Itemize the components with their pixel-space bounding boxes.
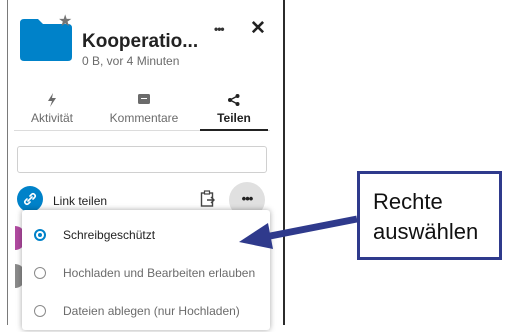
permission-option-read-only[interactable]: Schreibgeschützt — [22, 218, 270, 256]
clipboard-icon[interactable] — [200, 190, 216, 208]
share-search-input[interactable] — [17, 146, 267, 173]
annotation-callout: Rechte auswählen — [357, 171, 502, 260]
callout-text-line1: Rechte — [373, 189, 443, 214]
tab-share-label: Teilen — [217, 111, 251, 125]
file-title: Kooperatio... — [82, 31, 199, 52]
tab-activity[interactable]: Aktivität — [22, 93, 82, 125]
activity-icon — [22, 93, 82, 111]
radio-file-drop[interactable] — [34, 305, 46, 317]
tab-activity-label: Aktivität — [30, 111, 73, 125]
comment-icon — [98, 93, 190, 111]
share-link-label[interactable]: Link teilen — [53, 194, 107, 208]
permission-option-upload-edit[interactable]: Hochladen und Bearbeiten erlauben — [22, 256, 270, 294]
sidebar-border-left — [7, 0, 8, 325]
close-icon[interactable]: ✕ — [250, 17, 266, 40]
sidebar-border-right — [283, 0, 285, 325]
favorite-star-icon[interactable]: ★ — [58, 14, 72, 30]
active-tab-indicator — [200, 129, 268, 131]
callout-text-line2: auswählen — [373, 219, 479, 244]
radio-upload-edit[interactable] — [34, 267, 46, 279]
permissions-menu: Schreibgeschützt Hochladen und Bearbeite… — [22, 210, 270, 330]
radio-read-only[interactable] — [34, 229, 46, 241]
tab-share[interactable]: Teilen — [200, 93, 268, 125]
callout-arrow — [239, 215, 358, 249]
permission-option-file-drop[interactable]: Dateien ablegen (nur Hochladen) — [22, 294, 270, 332]
tab-comments-label: Kommentare — [109, 111, 179, 125]
file-subtitle: 0 B, vor 4 Minuten — [82, 54, 180, 68]
permission-option-label: Schreibgeschützt — [63, 228, 156, 242]
more-actions-icon[interactable]: ••• — [214, 22, 225, 36]
share-icon — [200, 93, 268, 111]
link-icon — [17, 186, 43, 212]
permission-option-label: Dateien ablegen (nur Hochladen) — [63, 304, 240, 318]
permission-option-label: Hochladen und Bearbeiten erlauben — [63, 266, 256, 280]
tab-comments[interactable]: Kommentare — [98, 93, 190, 125]
